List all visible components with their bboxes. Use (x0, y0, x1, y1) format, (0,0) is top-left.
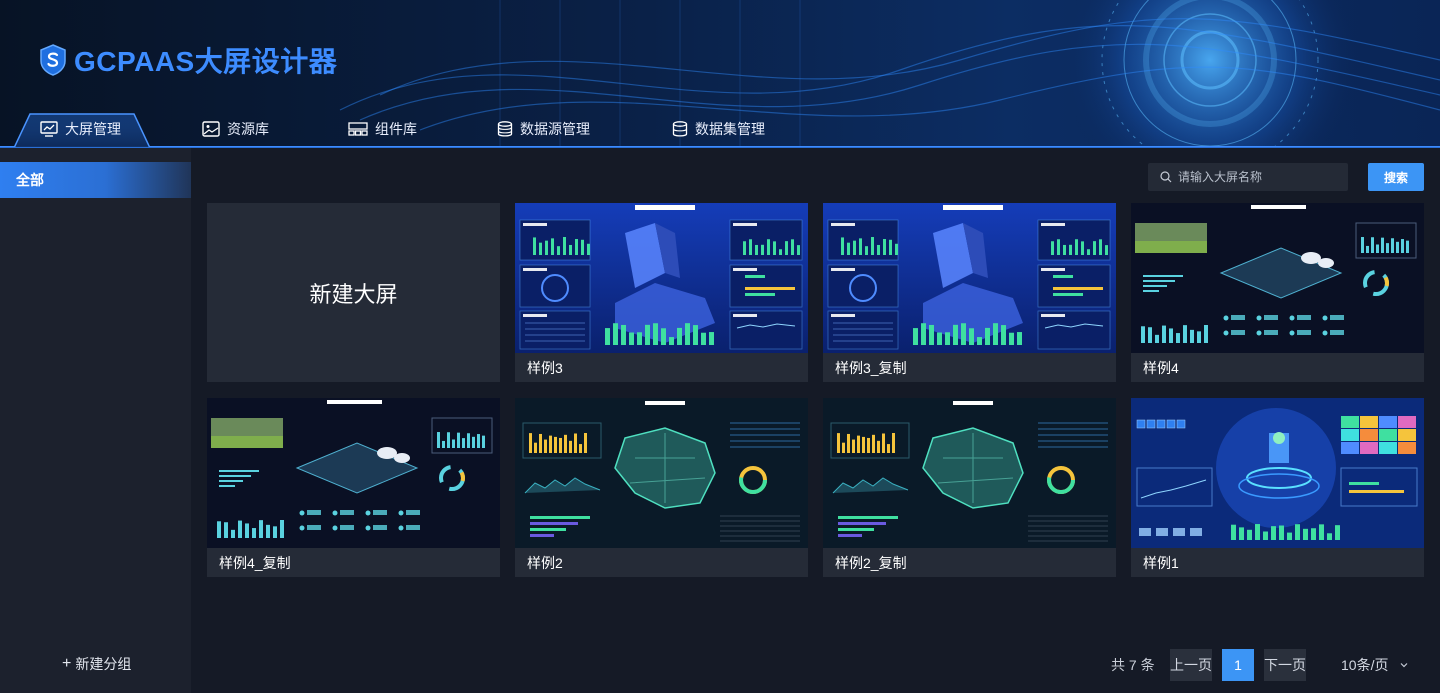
screen-card[interactable]: 样例2_复制 (823, 398, 1116, 577)
shield-logo-icon (40, 44, 66, 76)
main-nav: 大屏管理 资源库 组件库 数据源管理 数据集管理 (0, 110, 1440, 147)
screen-card[interactable]: 样例3_复制 (823, 203, 1116, 382)
sidebar-item-all[interactable]: 全部 (0, 162, 191, 198)
thumbnail-preview-farm (207, 398, 500, 548)
screen-card-name: 样例2 (527, 555, 563, 571)
screen-card-name: 样例3 (527, 360, 563, 376)
thumbnail-preview-map (823, 398, 1116, 548)
plus-icon: + (62, 655, 72, 672)
screen-thumbnail (207, 398, 500, 548)
image-icon (202, 121, 220, 137)
screen-thumbnail (1131, 398, 1424, 548)
search-button[interactable]: 搜索 (1368, 163, 1424, 191)
thumbnail-preview-city (823, 203, 1116, 353)
nav-tab-label: 资源库 (227, 121, 269, 137)
add-group-button[interactable]: + 新建分组 (62, 654, 131, 674)
screen-card-name: 样例2_复制 (835, 555, 907, 571)
screen-card-name: 样例3_复制 (835, 360, 907, 376)
screen-card[interactable]: 样例1 (1131, 398, 1424, 577)
page-size-select[interactable]: 10条/页 (1341, 649, 1410, 681)
screen-card-name: 样例1 (1143, 555, 1179, 571)
screen-card-name: 样例4_复制 (219, 555, 291, 571)
nav-tab-resource-library[interactable]: 资源库 (202, 110, 269, 147)
database-icon (497, 121, 513, 137)
monitor-icon (40, 121, 58, 137)
thumbnail-preview-city (515, 203, 808, 353)
nav-tab-component-library[interactable]: 组件库 (348, 110, 417, 147)
new-screen-card[interactable]: 新建大屏 (207, 203, 500, 382)
nav-tab-label: 数据源管理 (520, 121, 590, 137)
pagination-total: 共 7 条 (1111, 657, 1155, 673)
screen-thumbnail (823, 203, 1116, 353)
search-field[interactable] (1148, 163, 1348, 191)
nav-tab-datasource-management[interactable]: 数据源管理 (497, 110, 590, 147)
app-header: GCPAAS大屏设计器 大屏管理 资源库 组件库 数据源管理 数据集管理 (0, 0, 1440, 148)
new-screen-label: 新建大屏 (309, 281, 398, 307)
screen-thumbnail (1131, 203, 1424, 353)
screen-card[interactable]: 样例3 (515, 203, 808, 382)
app-title: GCPAAS大屏设计器 (74, 46, 338, 77)
thumbnail-preview-farm (1131, 203, 1424, 353)
search-icon (1160, 171, 1172, 183)
screen-thumbnail (823, 398, 1116, 548)
screen-card-name: 样例4 (1143, 360, 1179, 376)
screen-thumbnail (515, 398, 808, 548)
add-group-label: 新建分组 (75, 656, 132, 672)
app-logo: GCPAAS大屏设计器 (40, 40, 337, 80)
prev-page-button[interactable]: 上一页 (1170, 649, 1212, 681)
search-input[interactable] (1178, 170, 1338, 184)
nav-tab-dataset-management[interactable]: 数据集管理 (672, 110, 765, 147)
nav-tab-screen-management[interactable]: 大屏管理 (40, 110, 121, 147)
nav-tab-label: 组件库 (375, 121, 417, 137)
thumbnail-preview-map (515, 398, 808, 548)
components-icon (348, 122, 368, 136)
screen-card[interactable]: 样例2 (515, 398, 808, 577)
sidebar-item-label: 全部 (16, 172, 44, 188)
next-page-button[interactable]: 下一页 (1264, 649, 1306, 681)
dataset-icon (672, 121, 688, 137)
page-size-value: 10条/页 (1341, 657, 1389, 673)
screen-card[interactable]: 样例4 (1131, 203, 1424, 382)
chevron-down-icon (1401, 663, 1408, 668)
thumbnail-preview-tech (1131, 398, 1424, 548)
group-sidebar: 全部 + 新建分组 (0, 148, 191, 693)
screen-card[interactable]: 样例4_复制 (207, 398, 500, 577)
page-number-button[interactable]: 1 (1222, 649, 1254, 681)
nav-tab-label: 大屏管理 (65, 121, 121, 137)
nav-tab-label: 数据集管理 (695, 121, 765, 137)
screen-thumbnail (515, 203, 808, 353)
